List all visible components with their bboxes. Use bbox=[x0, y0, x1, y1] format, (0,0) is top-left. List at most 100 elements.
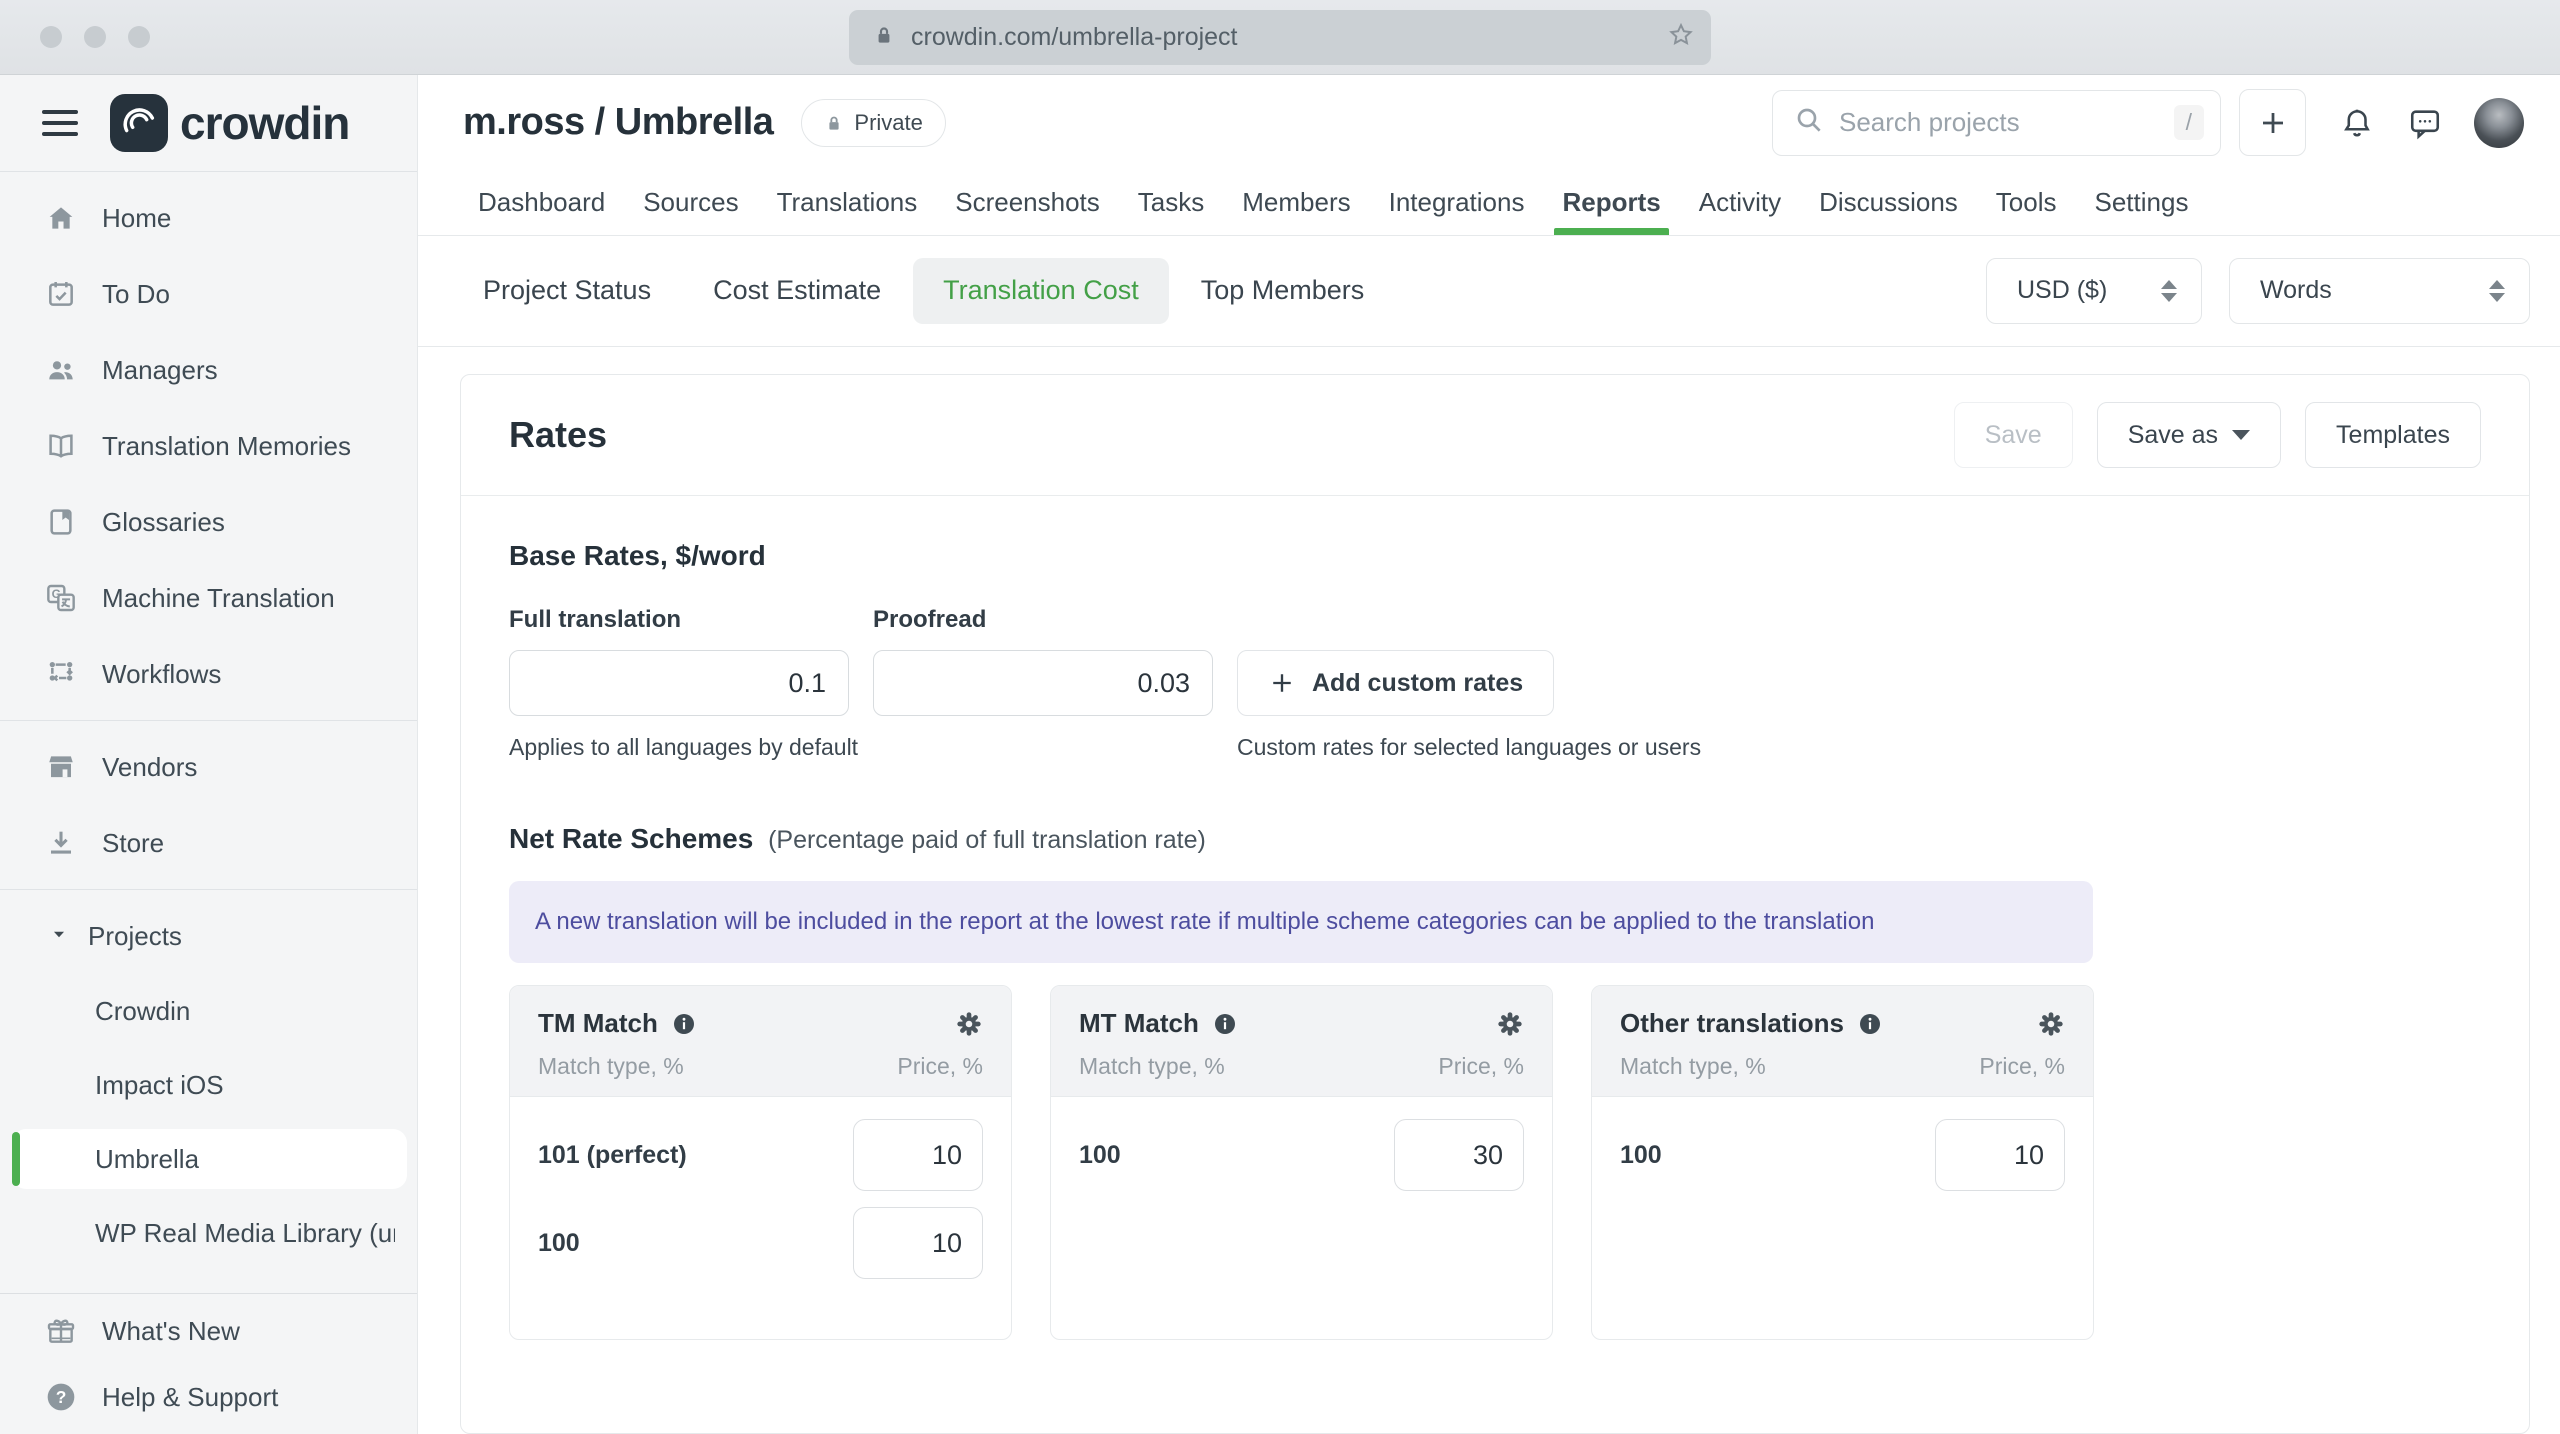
select-arrows-icon bbox=[2489, 279, 2505, 302]
templates-button[interactable]: Templates bbox=[2305, 402, 2481, 468]
tab-tools[interactable]: Tools bbox=[1996, 170, 2057, 234]
sidebar-project-crowdin[interactable]: Crowdin bbox=[0, 974, 417, 1048]
sidebar-divider bbox=[0, 889, 417, 890]
browser-chrome: crowdin.com/umbrella-project bbox=[0, 0, 2560, 75]
currency-select[interactable]: USD ($) bbox=[1986, 257, 2202, 324]
sidebar-nav: Home To Do Managers Translation Memories… bbox=[0, 172, 417, 1344]
search-input[interactable] bbox=[1839, 107, 2174, 139]
sidebar-header: crowdin bbox=[0, 75, 417, 172]
help-icon: ? bbox=[44, 1381, 78, 1413]
sidebar-item-store[interactable]: Store bbox=[0, 805, 417, 881]
tab-translations[interactable]: Translations bbox=[777, 170, 918, 234]
home-icon bbox=[44, 202, 78, 234]
info-icon[interactable] bbox=[1858, 1012, 1882, 1036]
sidebar-item-machine-translation[interactable]: G Machine Translation bbox=[0, 560, 417, 636]
plus-icon bbox=[2262, 112, 2283, 133]
rates-title: Rates bbox=[509, 414, 608, 455]
rates-header: Rates Save Save as Templates bbox=[461, 375, 2529, 496]
match-type-col: Match type, % bbox=[1620, 1053, 1766, 1079]
caret-down-icon bbox=[2232, 430, 2251, 440]
search-box[interactable]: / bbox=[1772, 89, 2221, 156]
proofread-input[interactable] bbox=[873, 650, 1213, 716]
price-col: Price, % bbox=[1438, 1053, 1524, 1079]
subtab-translation-cost[interactable]: Translation Cost bbox=[913, 257, 1169, 324]
sidebar-item-home[interactable]: Home bbox=[0, 180, 417, 256]
info-icon[interactable] bbox=[672, 1012, 696, 1036]
tab-tasks[interactable]: Tasks bbox=[1138, 170, 1204, 234]
unit-select[interactable]: Words bbox=[2229, 257, 2530, 324]
window-controls[interactable] bbox=[40, 26, 150, 48]
shortcut-hint: / bbox=[2173, 105, 2204, 141]
sidebar-item-workflows[interactable]: Workflows bbox=[0, 636, 417, 712]
report-content: Rates Save Save as Templates Base Rates,… bbox=[418, 347, 2560, 1434]
lock-icon bbox=[829, 116, 839, 130]
other-100-price-input[interactable] bbox=[1935, 1119, 2065, 1191]
save-as-button[interactable]: Save as bbox=[2096, 402, 2282, 468]
sidebar-projects-toggle[interactable]: Projects bbox=[0, 898, 417, 974]
sidebar-project-umbrella[interactable]: Umbrella bbox=[12, 1129, 407, 1189]
tab-discussions[interactable]: Discussions bbox=[1819, 170, 1958, 234]
translation-memories-icon bbox=[44, 430, 78, 462]
sidebar-item-glossaries[interactable]: Glossaries bbox=[0, 484, 417, 560]
net-rate-subheading: (Percentage paid of full translation rat… bbox=[768, 826, 1206, 854]
tab-activity[interactable]: Activity bbox=[1699, 170, 1781, 234]
gear-icon[interactable] bbox=[2037, 1010, 2065, 1038]
messages-button[interactable] bbox=[2408, 106, 2442, 140]
chevron-down-icon bbox=[48, 923, 70, 950]
crowdin-logo[interactable]: crowdin bbox=[110, 94, 350, 152]
tm-101-price-input[interactable] bbox=[853, 1119, 983, 1191]
table-row: 100 bbox=[1079, 1119, 1524, 1191]
crowdin-logo-text: crowdin bbox=[180, 97, 350, 149]
base-rate-help: Applies to all languages by default bbox=[509, 734, 859, 760]
add-custom-rates-button[interactable]: Add custom rates bbox=[1237, 650, 1555, 716]
mt-match-card: MT Match Match type, % Price, % 100 30 bbox=[1050, 985, 1553, 1340]
sidebar-divider bbox=[0, 720, 417, 721]
sidebar-item-whats-new[interactable]: What's New bbox=[0, 1298, 417, 1364]
search-icon bbox=[1793, 104, 1825, 141]
tab-integrations[interactable]: Integrations bbox=[1389, 170, 1525, 234]
match-type-col: Match type, % bbox=[1079, 1053, 1225, 1079]
info-icon[interactable] bbox=[1213, 1012, 1237, 1036]
full-translation-input[interactable] bbox=[509, 650, 849, 716]
sidebar-project-wp-real-media-library[interactable]: WP Real Media Library (un… bbox=[0, 1196, 417, 1270]
bell-icon bbox=[2344, 109, 2370, 137]
sidebar-item-translation-memories[interactable]: Translation Memories bbox=[0, 408, 417, 484]
tab-members[interactable]: Members bbox=[1242, 170, 1350, 234]
save-button[interactable]: Save bbox=[1953, 402, 2073, 468]
user-avatar[interactable] bbox=[2474, 97, 2524, 148]
bookmark-star-icon[interactable] bbox=[1667, 21, 1695, 54]
sidebar-item-help-support[interactable]: ? Help & Support bbox=[0, 1364, 417, 1430]
tab-dashboard[interactable]: Dashboard bbox=[478, 170, 605, 234]
custom-rate-help: Custom rates for selected languages or u… bbox=[1237, 734, 1702, 760]
project-header: m.ross / Umbrella Private / bbox=[418, 75, 2560, 170]
mt-100-price-input[interactable] bbox=[1394, 1119, 1524, 1191]
subtab-cost-estimate[interactable]: Cost Estimate bbox=[713, 275, 881, 306]
tab-screenshots[interactable]: Screenshots bbox=[955, 170, 1100, 234]
gift-icon bbox=[44, 1315, 78, 1347]
sidebar-item-todo[interactable]: To Do bbox=[0, 256, 417, 332]
sidebar-item-vendors[interactable]: Vendors bbox=[0, 729, 417, 805]
notifications-button[interactable] bbox=[2340, 106, 2374, 140]
address-bar[interactable]: crowdin.com/umbrella-project bbox=[849, 10, 1711, 65]
page: crowdin.com/umbrella-project crowdin Hom… bbox=[0, 0, 2560, 1434]
vendors-icon bbox=[44, 751, 78, 783]
hamburger-menu-icon[interactable] bbox=[42, 110, 78, 136]
gear-icon[interactable] bbox=[1496, 1010, 1524, 1038]
plus-icon bbox=[1273, 674, 1291, 692]
report-subtabs: Project Status Cost Estimate Translation… bbox=[418, 236, 2560, 347]
subtab-top-members[interactable]: Top Members bbox=[1201, 275, 1365, 306]
store-icon bbox=[44, 827, 78, 859]
project-tabs: Dashboard Sources Translations Screensho… bbox=[418, 170, 2560, 236]
tab-sources[interactable]: Sources bbox=[643, 170, 738, 234]
managers-icon bbox=[44, 354, 78, 386]
sidebar-project-impact-ios[interactable]: Impact iOS bbox=[0, 1048, 417, 1122]
tm-100-price-input[interactable] bbox=[853, 1207, 983, 1279]
gear-icon[interactable] bbox=[955, 1010, 983, 1038]
tab-settings[interactable]: Settings bbox=[2095, 170, 2189, 234]
tab-reports[interactable]: Reports bbox=[1554, 170, 1670, 236]
price-col: Price, % bbox=[897, 1053, 983, 1079]
subtab-project-status[interactable]: Project Status bbox=[483, 275, 651, 306]
create-project-button[interactable] bbox=[2239, 89, 2306, 157]
sidebar-item-managers[interactable]: Managers bbox=[0, 332, 417, 408]
match-type-col: Match type, % bbox=[538, 1053, 684, 1079]
